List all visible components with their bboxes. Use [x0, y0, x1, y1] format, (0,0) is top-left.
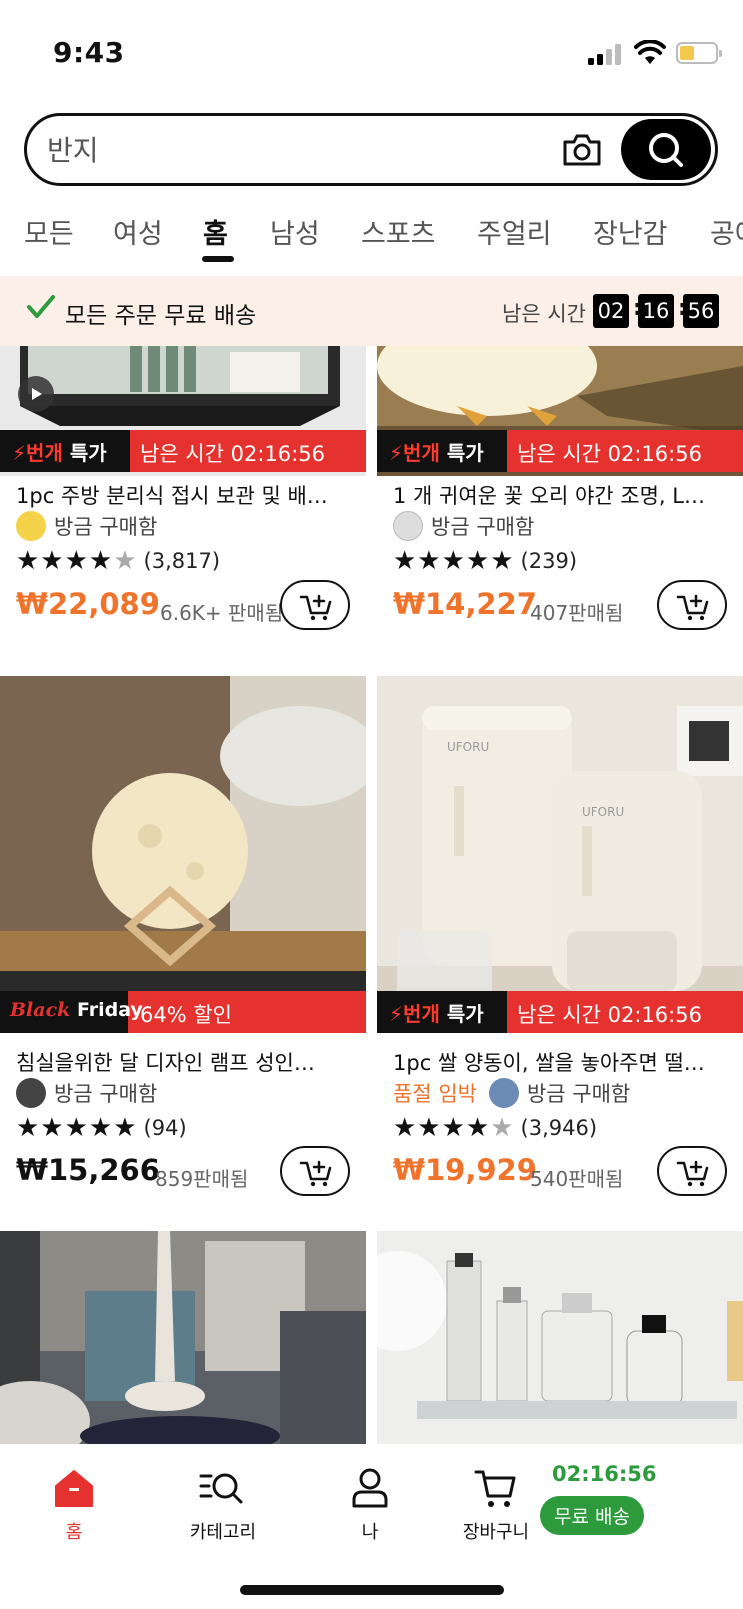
product-image[interactable]	[377, 1231, 743, 1444]
add-to-cart-button[interactable]	[280, 1146, 350, 1196]
recent-buyer: 방금 구매함	[16, 511, 157, 541]
svg-text:UFORU: UFORU	[582, 805, 624, 819]
add-cart-icon	[676, 594, 709, 621]
tab-sports[interactable]: 스포츠	[361, 212, 436, 251]
nav-cart[interactable]: 장바구니	[454, 1466, 538, 1544]
product-image[interactable]	[0, 1231, 366, 1444]
search-button[interactable]	[621, 119, 711, 180]
product-price: ₩15,266	[16, 1153, 160, 1187]
tab-men[interactable]: 남성	[270, 212, 320, 251]
product-card[interactable]	[0, 1231, 366, 1444]
timer-hours: 02	[593, 294, 629, 328]
free-shipping-banner[interactable]: 모든 주문 무료 배송 남은 시간 02 : 16 : 56	[0, 276, 743, 346]
tab-toys[interactable]: 장난감	[593, 212, 668, 251]
wifi-icon	[634, 40, 666, 64]
product-title[interactable]: 침실을위한 달 디자인 램프 성인…	[16, 1047, 346, 1077]
add-to-cart-button[interactable]	[280, 580, 350, 630]
nav-category[interactable]: 카테고리	[178, 1466, 268, 1544]
svg-text:UFORU: UFORU	[447, 740, 489, 754]
flash-sale-bar: ⚡번개 특가 남은 시간 02:16:56	[377, 430, 743, 472]
discount-text: 64% 할인	[140, 1003, 232, 1027]
tab-home[interactable]: 홈	[203, 212, 228, 251]
product-image[interactable]: UFORU UFORU	[377, 676, 743, 1033]
avatar	[16, 511, 46, 541]
add-to-cart-button[interactable]	[657, 1146, 727, 1196]
nav-home[interactable]: 홈	[44, 1466, 104, 1544]
video-play-icon	[32, 388, 42, 400]
avatar	[16, 1078, 46, 1108]
product-card[interactable]: ⚡번개 특가 남은 시간 02:16:56 1 개 귀여운 꽃 오리 야간 조명…	[377, 346, 743, 676]
sold-count: 540판매됨	[530, 1167, 624, 1191]
product-title[interactable]: 1pc 쌀 양동이, 쌀을 놓아주면 떨…	[393, 1047, 723, 1077]
add-to-cart-button[interactable]	[657, 580, 727, 630]
rating: ★★★★★ (94)	[16, 1113, 187, 1143]
rating: ★★★★★ (3,817)	[16, 546, 221, 576]
star-rating-icon: ★★★★★	[393, 546, 515, 576]
recent-buyer: 방금 구매함	[16, 1078, 157, 1108]
countdown-text: 남은 시간 02:16:56	[517, 1003, 702, 1027]
category-tabs: 모든 여성 홈 남성 스포츠 주얼리 장난감 공예	[0, 206, 743, 268]
timer-minutes: 16	[638, 294, 674, 328]
user-icon	[352, 1468, 388, 1508]
nav-me[interactable]: 나	[340, 1466, 400, 1544]
rating: ★★★★★ (3,946)	[393, 1113, 598, 1143]
recent-buyer: 방금 구매함	[393, 511, 534, 541]
active-tab-indicator	[202, 256, 234, 262]
add-cart-icon	[299, 594, 332, 621]
home-indicator	[240, 1585, 504, 1595]
avatar	[393, 511, 423, 541]
product-card[interactable]: Black Friday 64% 할인 침실을위한 달 디자인 램프 성인… 방…	[0, 676, 366, 1231]
avatar	[488, 1078, 519, 1108]
product-image[interactable]	[0, 676, 366, 1033]
flash-sale-bar: ⚡번개 특가 남은 시간 02:16:56	[377, 991, 743, 1033]
battery-icon	[676, 42, 722, 64]
black-friday-bar: Black Friday 64% 할인	[0, 991, 366, 1033]
star-rating-icon: ★★★★★	[16, 1113, 138, 1143]
sold-count: 407판매됨	[530, 601, 624, 625]
recent-buyer: 품절 임박 방금 구매함	[393, 1078, 630, 1108]
bottom-nav: 홈 카테고리 나 장바구니 02:16:56 무료 배송	[0, 1444, 743, 1609]
search-icon	[649, 133, 683, 167]
rating: ★★★★★ (239)	[393, 546, 578, 576]
status-bar: 9:43	[0, 0, 743, 100]
countdown-text: 남은 시간 02:16:56	[140, 442, 325, 466]
camera-search-icon[interactable]	[561, 130, 603, 170]
countdown-text: 남은 시간 02:16:56	[517, 442, 702, 466]
home-icon	[55, 1470, 93, 1507]
status-time: 9:43	[53, 36, 125, 69]
tab-jewelry[interactable]: 주얼리	[477, 212, 552, 251]
product-price: ₩14,227	[393, 587, 537, 621]
search-bar[interactable]	[24, 113, 718, 186]
category-search-icon	[199, 1473, 243, 1504]
product-title[interactable]: 1pc 주방 분리식 접시 보관 및 배…	[16, 480, 346, 510]
timer-seconds: 56	[683, 294, 719, 328]
free-shipping-timer: 02:16:56	[552, 1462, 657, 1486]
product-grid: ⚡번개 특가 남은 시간 02:16:56 1pc 주방 분리식 접시 보관 및…	[0, 346, 743, 1444]
star-rating-icon: ★★★★★	[393, 1113, 515, 1143]
tab-all[interactable]: 모든	[24, 212, 74, 251]
star-rating-icon: ★★★★★	[16, 546, 138, 576]
product-card[interactable]	[377, 1231, 743, 1444]
sold-count: 859판매됨	[155, 1167, 249, 1191]
free-shipping-badge[interactable]: 무료 배송	[540, 1496, 644, 1535]
search-input[interactable]	[47, 128, 527, 172]
cellular-signal-icon	[588, 43, 624, 65]
sold-count: 6.6K+ 판매됨	[160, 601, 284, 625]
check-icon	[27, 295, 55, 318]
product-card[interactable]: ⚡번개 특가 남은 시간 02:16:56 1pc 주방 분리식 접시 보관 및…	[0, 346, 366, 676]
product-card[interactable]: UFORU UFORU ⚡번개 특가 남은 시간 02:16:56 1pc 쌀 …	[377, 676, 743, 1231]
add-cart-icon	[299, 1160, 332, 1187]
product-price: ₩22,089	[16, 587, 160, 621]
banner-remaining-label: 남은 시간	[502, 302, 586, 326]
add-cart-icon	[676, 1160, 709, 1187]
tab-women[interactable]: 여성	[113, 212, 163, 251]
cart-icon	[474, 1470, 516, 1507]
product-title[interactable]: 1 개 귀여운 꽃 오리 야간 조명, L…	[393, 480, 723, 510]
product-price: ₩19,929	[393, 1153, 537, 1187]
banner-message: 모든 주문 무료 배송	[65, 303, 257, 329]
flash-sale-bar: ⚡번개 특가 남은 시간 02:16:56	[0, 430, 366, 472]
low-stock-tag: 품절 임박	[393, 1082, 477, 1106]
tab-crafts[interactable]: 공예	[710, 212, 743, 251]
